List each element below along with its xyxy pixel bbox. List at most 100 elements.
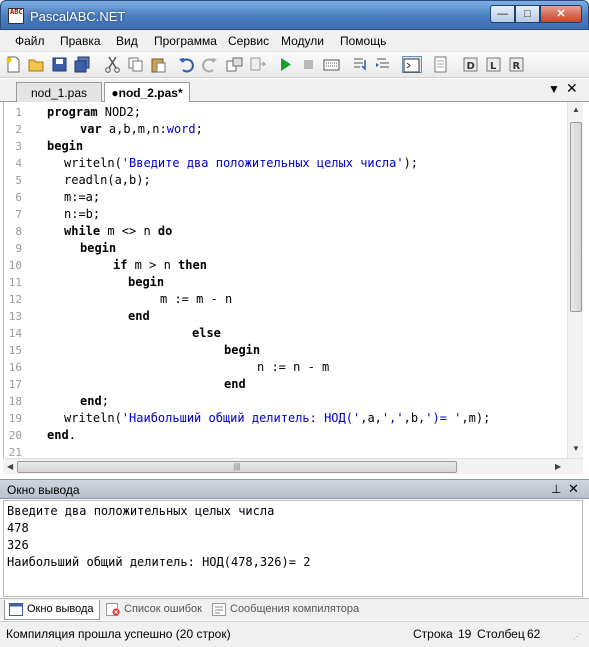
module-r-icon[interactable]: R [508,56,525,73]
line-number: 16 [8,361,22,374]
code-line: var a,b,m,n:word; [80,122,203,136]
line-number: 5 [15,174,22,187]
tab-error-list[interactable]: Список ошибок [102,600,207,620]
module-l-icon[interactable]: L [485,56,502,73]
code-line: begin [224,343,261,357]
line-number: 18 [8,395,22,408]
svg-text:D: D [467,61,475,72]
scroll-right-icon[interactable]: ▶ [555,462,561,471]
svg-text:L: L [490,61,497,72]
pin-icon[interactable]: ⊥ [551,482,561,496]
output-panel-header: Окно вывода ⊥ ✕ [0,479,589,499]
run-icon[interactable] [277,56,294,73]
open-folder-icon[interactable] [28,56,45,73]
menu-help[interactable]: Помощь [340,34,386,48]
line-number: 21 [8,446,22,458]
column-value: 62 [527,627,541,641]
minimize-button[interactable]: — [490,5,515,23]
menu-edit[interactable]: Правка [60,34,101,48]
tab-compiler-messages[interactable]: Сообщения компилятора [208,600,364,620]
line-number: 19 [8,412,22,425]
step-over-icon[interactable] [352,56,369,73]
line-number: 9 [15,242,22,255]
menu-program[interactable]: Программа [154,34,217,48]
output-line: Введите два положительных целых числа [7,504,275,518]
row-value: 19 [458,627,472,641]
editor-tab-bar: nod_1.pas ●nod_2.pas* ▼ ✕ [0,79,589,103]
output-line: 326 [7,538,29,552]
stop-icon[interactable] [300,56,317,73]
bottom-tab-bar: Окно вывода Список ошибок Сообщения комп… [0,598,589,620]
code-line: end [224,377,246,391]
vertical-scroll-thumb[interactable] [570,122,582,312]
tab-nod-1[interactable]: nod_1.pas [16,82,102,102]
scroll-up-icon[interactable]: ▲ [572,105,580,114]
tab-nod-2[interactable]: ●nod_2.pas* [104,82,190,103]
menu-modules[interactable]: Модули [281,34,324,48]
compile-icon[interactable] [323,56,340,73]
tab-list-dropdown-icon[interactable]: ▼ [548,82,560,96]
code-line: begin [80,241,117,255]
line-number: 17 [8,378,22,391]
output-window-icon[interactable] [432,56,449,73]
module-d-icon[interactable]: D [462,56,479,73]
undo-icon[interactable] [178,56,195,73]
code-line: if m > n then [113,258,207,272]
tab-output-window[interactable]: Окно вывода [4,600,100,620]
close-panel-icon[interactable]: ✕ [568,481,579,497]
find-icon[interactable] [226,56,243,73]
editor-horizontal-scrollbar[interactable]: ◀ ||| ▶ [3,458,583,474]
code-line: m:=a; [64,190,101,204]
error-list-icon [106,603,120,616]
new-file-icon[interactable] [5,56,22,73]
line-number: 2 [15,123,22,136]
menu-file[interactable]: Файл [15,34,45,48]
replace-icon[interactable] [249,56,266,73]
console-icon[interactable] [402,56,422,73]
menu-tools[interactable]: Сервис [228,34,269,48]
output-text-area[interactable]: Введите два положительных целых числа 478… [3,500,583,597]
close-tab-icon[interactable]: ✕ [566,80,578,97]
line-number: 15 [8,344,22,357]
copy-icon[interactable] [127,56,144,73]
code-line: else [192,326,221,340]
line-number: 14 [8,327,22,340]
line-number: 20 [8,429,22,442]
compiler-messages-icon [212,603,226,616]
resize-grip-icon[interactable]: ⋰ [573,632,581,641]
code-line: begin [47,139,84,153]
horizontal-scroll-thumb[interactable]: ||| [17,461,457,473]
scroll-down-icon[interactable]: ▼ [572,444,580,453]
save-icon[interactable] [51,56,68,73]
line-number-gutter: 1 2 3 4 5 6 7 8 9 10 11 12 13 14 15 16 1… [4,102,24,458]
status-bar: Компиляция прошла успешно (20 строк) Стр… [0,621,589,647]
maximize-button[interactable]: □ [515,5,540,23]
line-number: 10 [8,259,22,272]
window-title: PascalABC.NET [30,9,126,24]
line-number: 3 [15,140,22,153]
scroll-left-icon[interactable]: ◀ [7,462,13,471]
code-line: begin [128,275,165,289]
save-all-icon[interactable] [74,56,91,73]
output-panel-title: Окно вывода [7,483,80,497]
line-number: 4 [15,157,22,170]
code-line: while m <> n do [64,224,173,238]
line-number: 13 [8,310,22,323]
step-into-icon[interactable] [375,56,392,73]
code-line: end; [80,394,109,408]
close-window-button[interactable]: ✕ [540,5,582,23]
code-editor[interactable]: 1 2 3 4 5 6 7 8 9 10 11 12 13 14 15 16 1… [3,102,583,458]
svg-text:R: R [513,61,521,72]
output-line: 478 [7,521,29,535]
line-number: 11 [8,276,22,289]
menu-view[interactable]: Вид [116,34,138,48]
cut-icon[interactable] [104,56,121,73]
compile-status-message: Компиляция прошла успешно (20 строк) [6,627,231,641]
line-number: 12 [8,293,22,306]
editor-vertical-scrollbar[interactable]: ▲ ▼ [567,102,583,458]
code-line: writeln('Введите два положительных целых… [64,156,419,170]
code-line: readln(a,b); [64,173,151,187]
code-line: m := m - n [160,292,233,306]
redo-icon[interactable] [201,56,218,73]
paste-icon[interactable] [150,56,167,73]
